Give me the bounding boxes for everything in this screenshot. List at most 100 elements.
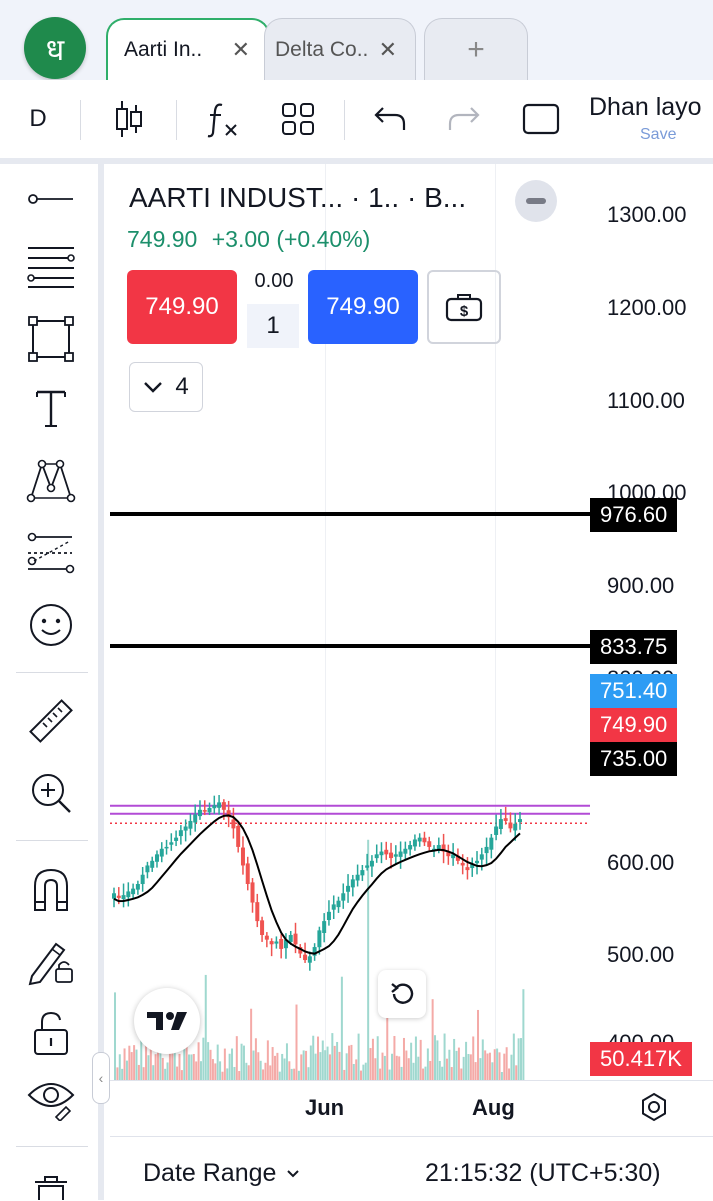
volume-bar	[147, 1055, 150, 1080]
candle-body	[384, 849, 389, 855]
divider	[16, 672, 88, 673]
date-range-button[interactable]: Date Range	[143, 1159, 300, 1188]
candle-body	[131, 888, 136, 895]
tab-label: Aarti In..	[124, 38, 203, 61]
volume-bar	[164, 1068, 167, 1080]
interval-selector[interactable]: D	[18, 80, 58, 158]
volume-bar	[443, 1033, 446, 1080]
candle-body	[460, 862, 465, 866]
volume-bar	[422, 1068, 425, 1080]
indicators-toggle[interactable]: 4	[129, 362, 203, 412]
lock-drawing-icon[interactable]	[22, 934, 80, 988]
fullscreen-icon[interactable]	[518, 80, 564, 158]
toolbar-collapse-handle[interactable]: ‹	[92, 1052, 110, 1104]
volume-bar	[269, 1065, 272, 1080]
volume-bar	[340, 976, 343, 1080]
volume-bar	[500, 1071, 503, 1080]
layout-name[interactable]: Dhan layo	[589, 93, 702, 122]
close-icon[interactable]: ✕	[379, 37, 397, 63]
candle-body	[379, 851, 384, 856]
volume-bar	[168, 1053, 171, 1080]
layout-grid-icon[interactable]	[276, 80, 320, 158]
candle-body	[269, 941, 274, 945]
volume-bar	[367, 839, 370, 1080]
eye-icon[interactable]	[22, 1072, 80, 1126]
emoji-icon[interactable]	[22, 598, 80, 652]
pattern-icon[interactable]	[22, 454, 80, 508]
candle-body	[140, 874, 145, 885]
volume-bar	[204, 974, 207, 1080]
volume-bar	[216, 1044, 219, 1080]
text-icon[interactable]	[22, 382, 80, 436]
tab-aarti[interactable]: Aarti In.. ✕	[106, 18, 270, 80]
volume-bar	[288, 1061, 291, 1080]
candle-body	[494, 826, 499, 835]
horizontal-line[interactable]	[110, 512, 590, 516]
last-price-tag: 749.90	[590, 708, 678, 742]
candles-icon[interactable]	[106, 80, 152, 158]
candle-body	[403, 848, 408, 854]
volume-bar	[481, 1039, 484, 1080]
symbol-title[interactable]: AARTI INDUST... · 1.. · B...	[129, 182, 466, 214]
tab-delta[interactable]: Delta Co.. ✕	[264, 18, 416, 80]
tradingview-logo[interactable]	[134, 988, 200, 1054]
volume-bar	[240, 1043, 243, 1080]
indicators-icon[interactable]	[200, 80, 244, 158]
volume-bar	[517, 1038, 520, 1080]
volume-bar	[297, 1070, 300, 1080]
volume-bar	[231, 1048, 234, 1080]
ruler-icon[interactable]	[22, 694, 80, 748]
volume-bar	[491, 1062, 494, 1080]
layout-save-button[interactable]: Save	[640, 126, 676, 144]
volume-bar	[512, 1033, 515, 1080]
volume-bar	[438, 1060, 441, 1080]
volume-bar	[312, 1035, 315, 1080]
volume-bar	[223, 1048, 226, 1080]
rectangle-icon[interactable]	[22, 312, 80, 366]
settings-icon[interactable]	[636, 1089, 672, 1125]
forecast-icon[interactable]	[22, 526, 80, 580]
zoom-in-icon[interactable]	[22, 766, 80, 820]
horizontal-line[interactable]	[110, 644, 590, 648]
volume-bar	[197, 1042, 200, 1080]
volume-bar	[336, 1041, 339, 1080]
volume-bar	[235, 1036, 238, 1080]
indicators-count: 4	[175, 373, 189, 400]
close-icon[interactable]: ✕	[232, 37, 250, 63]
volume-bar	[469, 1054, 472, 1080]
candle-body	[350, 879, 355, 888]
fib-retracement-icon[interactable]	[22, 240, 80, 294]
sell-button[interactable]: 749.90	[127, 270, 237, 344]
volume-bar	[376, 1036, 379, 1080]
volume-bar	[374, 1058, 377, 1080]
new-tab-button[interactable]: +	[424, 18, 528, 80]
unlock-icon[interactable]	[22, 1006, 80, 1060]
reset-chart-icon[interactable]	[378, 970, 426, 1018]
volume-bar	[180, 1070, 183, 1080]
quantity-input[interactable]: 1	[247, 304, 299, 348]
app-logo[interactable]: ध	[24, 17, 86, 79]
undo-icon[interactable]	[368, 80, 412, 158]
buy-button[interactable]: 749.90	[308, 270, 418, 344]
horizontal-ray-icon[interactable]	[22, 172, 80, 226]
chart-area[interactable]: 1300.00 1200.00 1100.00 1000.00 900.00 8…	[110, 164, 713, 1135]
volume-bar	[156, 1050, 159, 1080]
divider	[16, 1146, 88, 1147]
candle-body	[503, 818, 508, 821]
volume-bar	[314, 1053, 317, 1080]
time-axis[interactable]: Jun Aug	[110, 1080, 713, 1135]
magnet-icon[interactable]	[22, 862, 80, 916]
volume-bar	[479, 1058, 482, 1080]
volume-tag: 50.417K	[590, 1042, 692, 1076]
collapse-legend-button[interactable]	[515, 180, 557, 222]
redo-icon[interactable]	[442, 80, 486, 158]
candle-body	[150, 860, 155, 868]
time-axis-label: Aug	[472, 1095, 515, 1120]
volume-bar	[271, 1047, 274, 1080]
volume-bar	[262, 1069, 265, 1080]
clock[interactable]: 21:15:32 (UTC+5:30)	[425, 1159, 661, 1188]
cash-icon[interactable]: $	[427, 270, 501, 344]
price-axis-label: 500.00	[607, 942, 675, 967]
candle-body	[417, 837, 422, 842]
trash-icon[interactable]	[22, 1172, 80, 1200]
